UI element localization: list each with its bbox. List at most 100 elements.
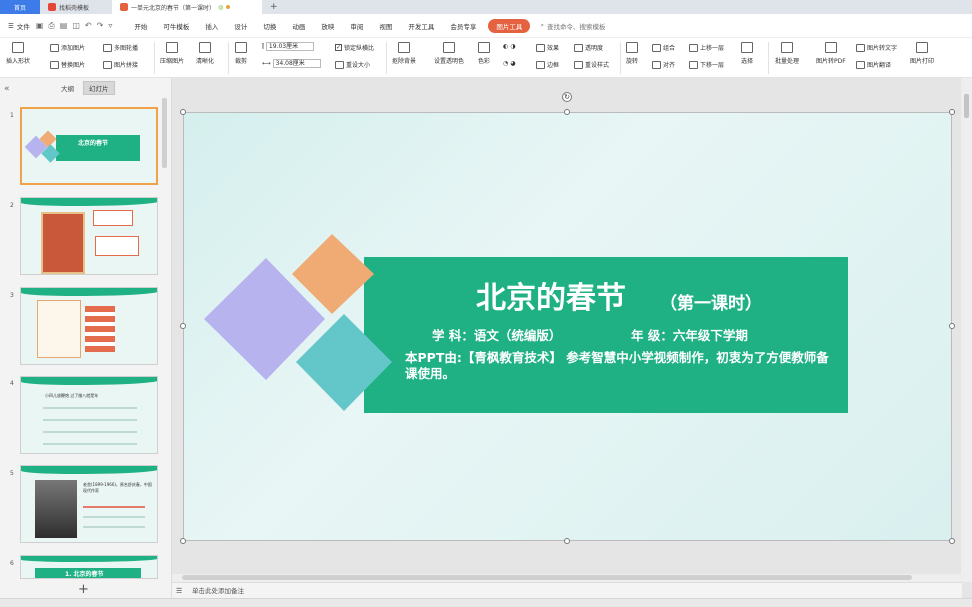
border-icon (536, 60, 545, 69)
undo-icon[interactable]: ↶ (85, 21, 92, 31)
vertical-scroll-thumb[interactable] (964, 94, 969, 118)
ribbon-divider (620, 42, 621, 74)
to-pdf-button[interactable]: 图片转PDF (816, 42, 846, 65)
select-button[interactable]: 选择 (741, 42, 753, 65)
tab-home[interactable]: 首页 (0, 0, 40, 14)
slide-subtitle[interactable]: （第一课时） (660, 289, 762, 314)
replace-picture-button[interactable]: 替换图片 (50, 60, 85, 69)
crop-button[interactable]: 裁剪 (235, 42, 247, 65)
menu-slideshow[interactable]: 放映 (313, 21, 342, 31)
group-button[interactable]: 组合 (652, 43, 675, 52)
slide-thumbnail-2[interactable] (20, 197, 158, 275)
compress-button[interactable]: 压缩图片 (160, 42, 184, 65)
transparent-color-button[interactable]: 设置透明色 (434, 42, 464, 65)
insert-shape-button[interactable]: 插入形状 (6, 42, 30, 65)
menu-review[interactable]: 审阅 (342, 21, 371, 31)
slide-thumbnail-6[interactable]: 1. 北京的春节 (20, 555, 158, 579)
reset-size-button[interactable]: 重设大小 (335, 60, 370, 69)
slide-thumbnail-1[interactable]: 北京的春节 (20, 107, 158, 185)
height-field[interactable]: ⫿ 19.03厘米 (262, 42, 314, 51)
subject-text[interactable]: 学 科：语文（统编版） (432, 325, 561, 344)
height-input[interactable]: 19.03厘米 (265, 42, 314, 51)
resize-handle[interactable] (949, 538, 955, 544)
resize-handle[interactable] (949, 323, 955, 329)
menu-start[interactable]: 开始 (126, 21, 155, 31)
multi-picture-button[interactable]: 多图轮播 (103, 43, 138, 52)
resize-handle[interactable] (180, 538, 186, 544)
slide-thumbnail-3[interactable] (20, 287, 158, 365)
adjust-button[interactable]: ◔ ◕ (503, 60, 516, 67)
resize-handle[interactable] (180, 323, 186, 329)
slide-thumbnail-5[interactable]: 老舍(1899-1966)，原名舒庆春，中国现代作家 (20, 465, 158, 543)
ribbon-divider (386, 42, 387, 74)
reset-size-label: 重设大小 (346, 62, 371, 69)
tab-template[interactable]: 找稻壳模板 (40, 0, 112, 14)
menu-developer[interactable]: 开发工具 (400, 21, 442, 31)
to-text-button[interactable]: 图片转文字 (856, 43, 897, 52)
tab-outline[interactable]: 大纲 (56, 82, 79, 94)
command-search[interactable]: ⌕ 查找命令、搜索模板 (540, 21, 605, 31)
batch-icon (781, 42, 793, 53)
preview-icon[interactable]: ◫ (72, 21, 80, 31)
slide-title[interactable]: 北京的春节 (476, 273, 626, 317)
effects-label: 效果 (547, 45, 560, 52)
lock-ratio-label: 锁定纵横比 (344, 45, 375, 52)
export-icon[interactable]: ⎙ (48, 21, 54, 31)
shield-icon: ◍ (218, 3, 224, 11)
translate-button[interactable]: 图片翻译 (856, 60, 891, 69)
menu-transition[interactable]: 切换 (255, 21, 284, 31)
reset-style-button[interactable]: 重设样式 (574, 60, 609, 69)
border-button[interactable]: 边框 (536, 60, 559, 69)
horizontal-scrollbar[interactable] (172, 574, 962, 582)
contrast-button[interactable]: ◐ ◑ (503, 43, 516, 50)
add-picture-button[interactable]: 添加图片 (50, 43, 85, 52)
clarity-button[interactable]: 清晰化 (196, 42, 214, 65)
width-field[interactable]: ⟷ 34.08厘米 (262, 59, 321, 68)
bring-forward-button[interactable]: 上移一层 (689, 43, 724, 52)
shape-icon (12, 42, 24, 53)
tab-document[interactable]: 一单元北京的春节（第一课时） ◍ (112, 0, 262, 14)
picture-stitch-button[interactable]: 图片拼接 (103, 60, 138, 69)
new-tab-button[interactable]: + (262, 0, 286, 14)
rotate-button[interactable]: 旋转 (626, 42, 638, 65)
pane-scrollbar[interactable] (162, 98, 167, 168)
horizontal-scroll-thumb[interactable] (182, 575, 912, 580)
vertical-scrollbar[interactable] (961, 78, 972, 582)
menu-picture-tool[interactable]: 图片工具 (488, 18, 531, 33)
hamburger-icon: ☰ (8, 21, 14, 30)
menu-template[interactable]: 可牛模板 (155, 21, 197, 31)
redo-icon[interactable]: ↷ (97, 21, 104, 31)
resize-handle[interactable] (949, 109, 955, 115)
description-text[interactable]: 本PPT由:【青枫教育技术】 参考智慧中小学视频制作，初衷为了方便教师备课使用。 (405, 350, 837, 382)
file-menu[interactable]: ☰ 文件 (8, 21, 30, 31)
menu-view[interactable]: 视图 (371, 21, 400, 31)
batch-button[interactable]: 批量处理 (775, 42, 799, 65)
transparency-button[interactable]: 透明度 (574, 43, 603, 52)
send-backward-button[interactable]: 下移一层 (689, 60, 724, 69)
current-slide[interactable]: 北京的春节 （第一课时） 学 科：语文（统编版） 年 级：六年级下学期 本PPT… (183, 112, 952, 541)
menu-member[interactable]: 会员专享 (442, 21, 484, 31)
matting-button[interactable]: 抠除背景 (392, 42, 416, 65)
resize-handle[interactable] (564, 538, 570, 544)
tab-slides[interactable]: 幻灯片 (83, 81, 115, 95)
save-icon[interactable]: ▣ (36, 21, 44, 31)
resize-handle[interactable] (564, 109, 570, 115)
align-button[interactable]: 对齐 (652, 60, 675, 69)
menu-design[interactable]: 设计 (226, 21, 255, 31)
reset-size-icon (335, 60, 344, 69)
customize-icon[interactable]: ▿ (108, 21, 112, 31)
slide-thumbnail-4[interactable]: 小四儿放鞭炮 过了腊八就是年 (20, 376, 158, 454)
print-icon[interactable]: ▤ (60, 21, 68, 31)
lock-ratio-checkbox[interactable]: ✓ 锁定纵横比 (335, 43, 374, 52)
color-button[interactable]: 色彩 (478, 42, 490, 65)
effects-button[interactable]: 效果 (536, 43, 559, 52)
menu-animation[interactable]: 动画 (284, 21, 313, 31)
grade-text[interactable]: 年 级：六年级下学期 (631, 325, 748, 344)
print-picture-button[interactable]: 图片打印 (910, 42, 934, 65)
add-slide-button[interactable]: + (78, 582, 89, 597)
resize-handle[interactable] (180, 109, 186, 115)
width-input[interactable]: 34.08厘米 (272, 59, 321, 68)
menu-insert[interactable]: 插入 (197, 21, 226, 31)
rotate-handle-icon[interactable]: ↻ (562, 92, 572, 102)
notes-area[interactable]: ☰ 单击此处添加备注 (172, 582, 962, 598)
